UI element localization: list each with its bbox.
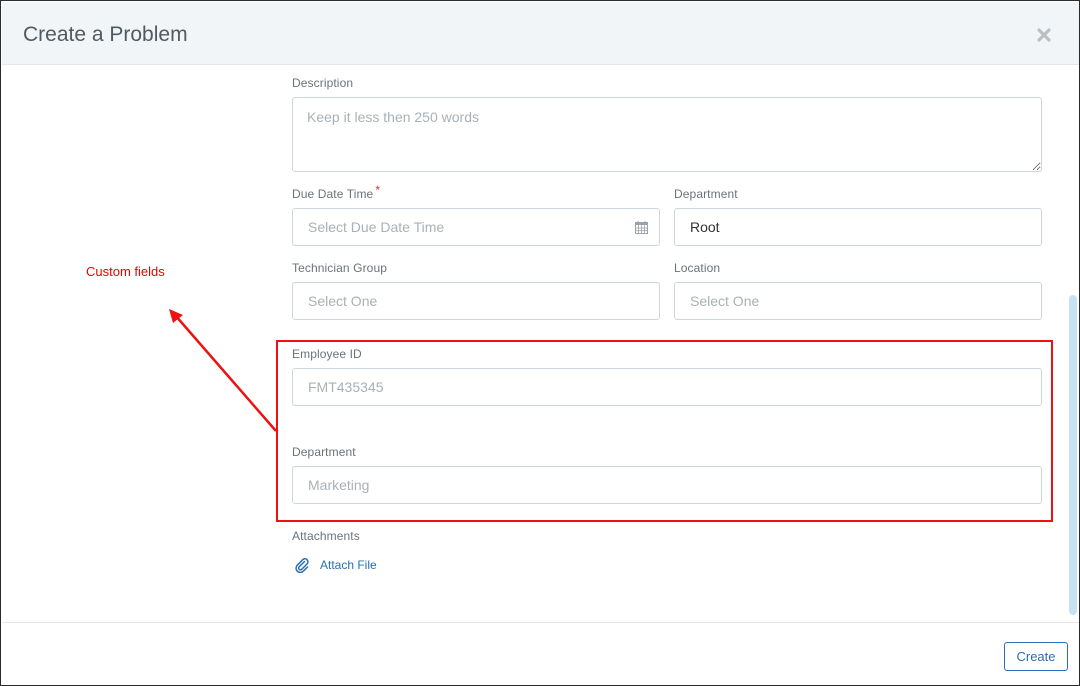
attachments-label: Attachments bbox=[292, 529, 360, 543]
employee-id-label: Employee ID bbox=[292, 347, 362, 361]
location-placeholder: Select One bbox=[690, 293, 760, 309]
technician-group-placeholder: Select One bbox=[308, 293, 378, 309]
custom-fields-annotation: Custom fields bbox=[86, 264, 165, 279]
modal-header: Create a Problem bbox=[2, 2, 1079, 65]
location-select[interactable]: Select One bbox=[674, 282, 1042, 320]
annotation-arrow bbox=[169, 309, 277, 432]
due-date-time-label-text: Due Date Time bbox=[292, 187, 374, 201]
location-label: Location bbox=[674, 261, 721, 275]
technician-group-label: Technician Group bbox=[292, 261, 387, 275]
required-indicator: * bbox=[375, 183, 381, 197]
department-value: Root bbox=[690, 219, 720, 235]
due-date-time-placeholder: Select Due Date Time bbox=[308, 219, 445, 235]
create-button[interactable]: Create bbox=[1004, 642, 1068, 671]
custom-department-input[interactable]: Marketing bbox=[292, 466, 1042, 504]
attach-file-label: Attach File bbox=[320, 558, 377, 572]
due-date-time-input[interactable]: Select Due Date Time bbox=[292, 208, 660, 246]
attach-file-button[interactable]: Attach File bbox=[294, 557, 377, 573]
department-label: Department bbox=[674, 187, 738, 201]
technician-group-select[interactable]: Select One bbox=[292, 282, 660, 320]
employee-id-placeholder: FMT435345 bbox=[308, 379, 384, 395]
description-textarea[interactable] bbox=[292, 97, 1042, 172]
custom-department-label: Department bbox=[292, 445, 356, 459]
modal-title: Create a Problem bbox=[23, 23, 188, 46]
calendar-icon[interactable] bbox=[635, 221, 648, 234]
department-select[interactable]: Root bbox=[674, 208, 1042, 246]
scrollbar-thumb[interactable] bbox=[1069, 295, 1077, 615]
close-icon bbox=[1037, 28, 1051, 42]
create-problem-modal: Create a Problem Description Due Date Ti… bbox=[0, 0, 1080, 686]
close-button[interactable] bbox=[1032, 22, 1056, 48]
employee-id-input[interactable]: FMT435345 bbox=[292, 368, 1042, 406]
custom-department-placeholder: Marketing bbox=[308, 477, 370, 493]
due-date-time-label: Due Date Time * bbox=[292, 183, 380, 201]
paperclip-icon bbox=[295, 558, 309, 573]
modal-footer: Create bbox=[2, 622, 1079, 685]
description-label: Description bbox=[292, 76, 354, 90]
